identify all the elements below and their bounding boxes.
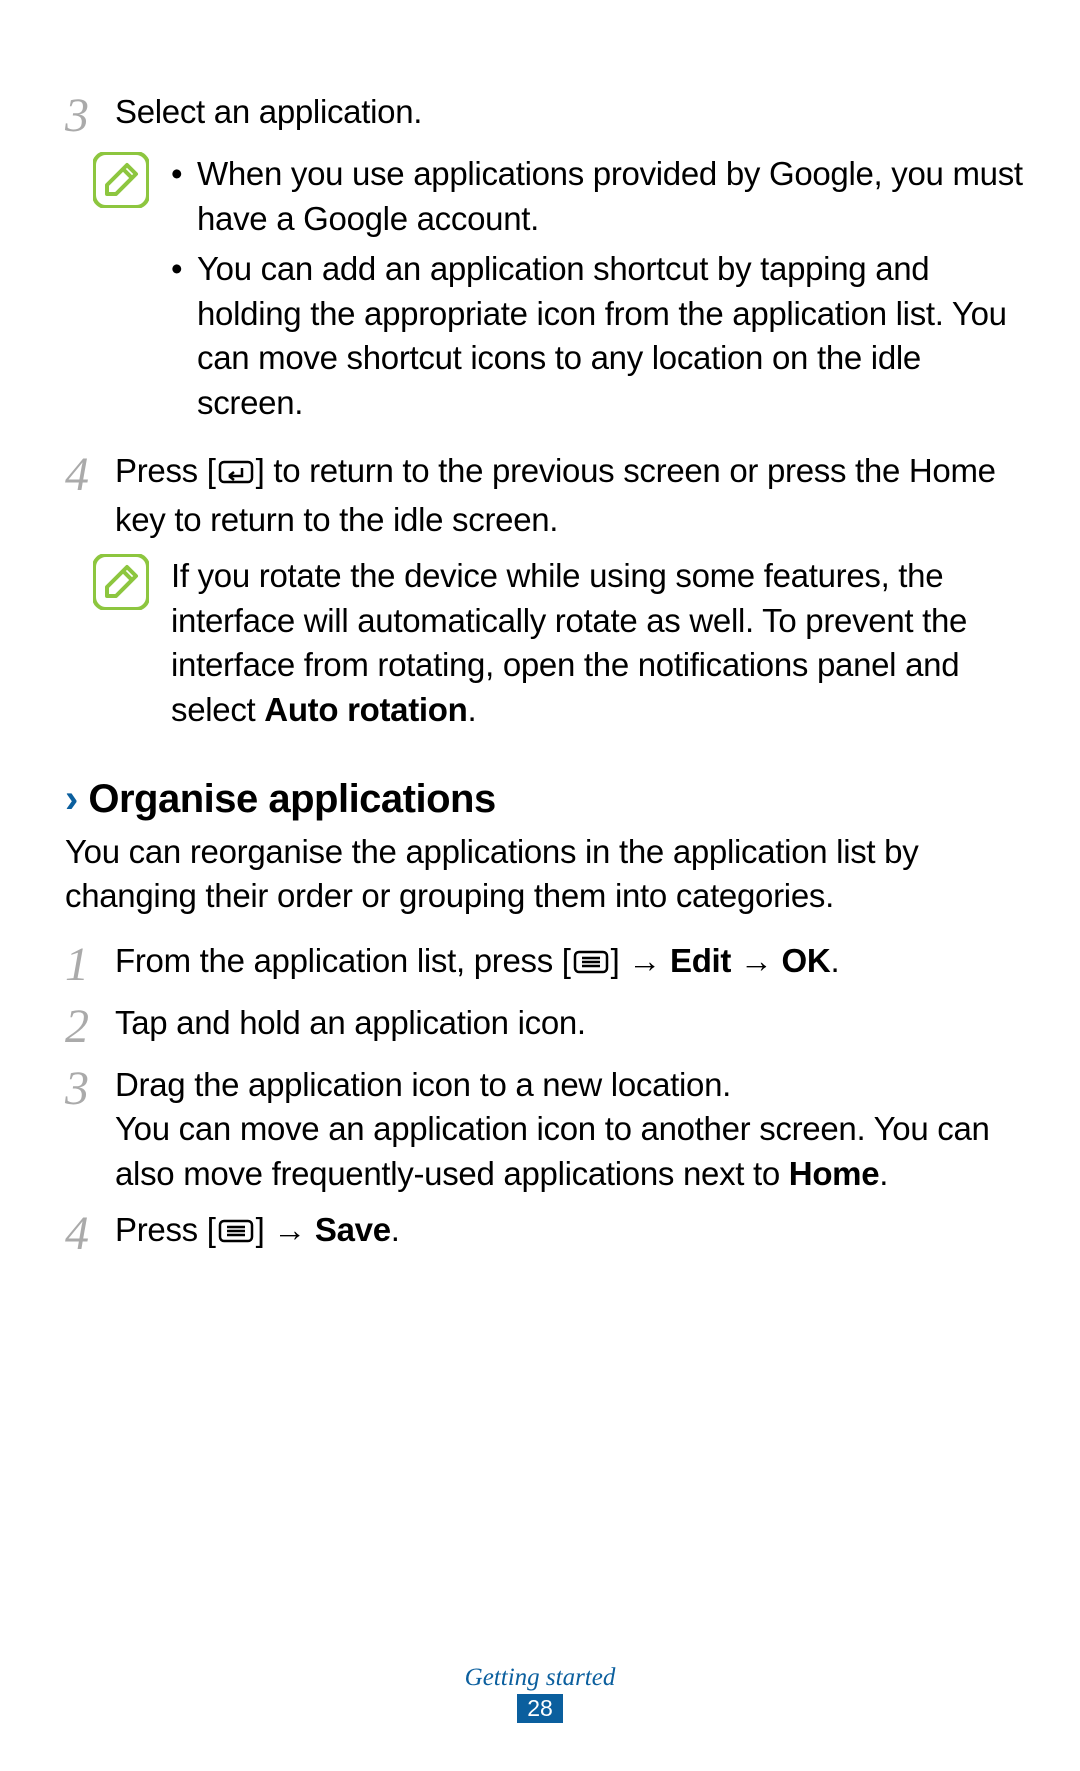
text-fragment: . (468, 691, 477, 728)
bold-term: Save (306, 1211, 391, 1248)
step-number: 2 (65, 1001, 115, 1051)
menu-key-icon (573, 943, 609, 988)
bold-term: Edit (661, 942, 740, 979)
note-block-1: When you use applications provided by Go… (93, 152, 1025, 431)
page-number: 28 (517, 1694, 563, 1723)
text-fragment: Press [ (115, 452, 216, 489)
step-number: 4 (65, 1208, 115, 1258)
back-key-icon (218, 453, 254, 498)
text-line: Drag the application icon to a new locat… (115, 1066, 731, 1103)
note-pencil-icon (93, 152, 149, 208)
bold-term: Home (789, 1155, 880, 1192)
footer-section-label: Getting started (0, 1664, 1080, 1692)
note-body: If you rotate the device while using som… (171, 554, 1025, 732)
bold-term: OK (773, 942, 831, 979)
step-3: 3 Select an application. (65, 90, 1025, 140)
step-number: 4 (65, 449, 115, 542)
chevron-icon: › (65, 777, 78, 822)
section-title: Organise applications (88, 777, 495, 822)
note-body: When you use applications provided by Go… (171, 152, 1025, 431)
text-fragment: . (830, 942, 839, 979)
step-text: From the application list, press [] → Ed… (115, 939, 1025, 989)
step-text: Press [] → Save. (115, 1208, 1025, 1258)
org-step-4: 4 Press [] → Save. (65, 1208, 1025, 1258)
note-bullet: When you use applications provided by Go… (171, 152, 1025, 241)
arrow-icon: → (273, 1211, 306, 1248)
note-pencil-icon (93, 554, 149, 610)
step-text: Select an application. (115, 90, 1025, 140)
step-number: 1 (65, 939, 115, 989)
step-text: Drag the application icon to a new locat… (115, 1063, 1025, 1197)
org-step-2: 2 Tap and hold an application icon. (65, 1001, 1025, 1051)
step-text: Tap and hold an application icon. (115, 1001, 1025, 1051)
text-fragment: . (391, 1211, 400, 1248)
page-footer: Getting started 28 (0, 1664, 1080, 1723)
section-intro: You can reorganise the applications in t… (65, 830, 1025, 919)
org-step-1: 1 From the application list, press [] → … (65, 939, 1025, 989)
step-number: 3 (65, 90, 115, 140)
text-fragment: ] (256, 1211, 274, 1248)
note-bullet: You can add an application shortcut by t… (171, 247, 1025, 425)
arrow-icon: → (740, 942, 773, 979)
text-fragment: From the application list, press [ (115, 942, 571, 979)
arrow-icon: → (628, 942, 661, 979)
step-number: 3 (65, 1063, 115, 1197)
step-4: 4 Press [] to return to the previous scr… (65, 449, 1025, 542)
section-heading: › Organise applications (65, 777, 1025, 822)
text-fragment: ] (611, 942, 629, 979)
bold-term: Auto rotation (264, 691, 467, 728)
manual-page: 3 Select an application. When you use ap… (0, 0, 1080, 1771)
org-step-3: 3 Drag the application icon to a new loc… (65, 1063, 1025, 1197)
text-fragment: Press [ (115, 1211, 216, 1248)
menu-key-icon (218, 1212, 254, 1257)
note-block-2: If you rotate the device while using som… (93, 554, 1025, 732)
step-text: Press [] to return to the previous scree… (115, 449, 1025, 542)
text-fragment: . (879, 1155, 888, 1192)
